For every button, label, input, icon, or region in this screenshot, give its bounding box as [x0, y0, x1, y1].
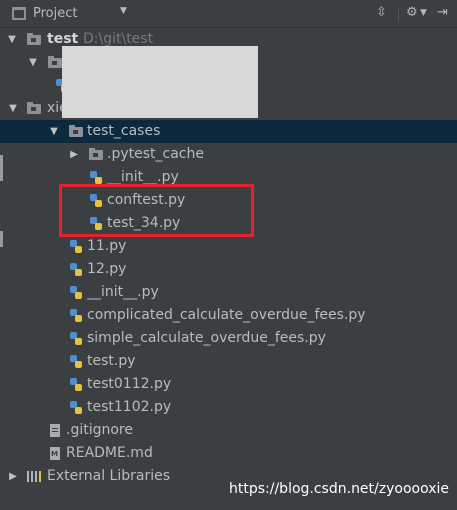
libraries-icon [27, 470, 41, 483]
pytest-cache-label: .pytest_cache [107, 146, 204, 162]
chevron-down-icon[interactable]: ▼ [7, 97, 19, 120]
tree-row-pytest-cache[interactable]: ▶ .pytest_cache [0, 143, 457, 166]
file-label: simple_calculate_overdue_fees.py [87, 330, 326, 346]
chevron-down-icon[interactable]: ▼ [27, 51, 39, 74]
tree-row-file[interactable]: simple_calculate_overdue_fees.py [0, 327, 457, 350]
python-file-icon [89, 171, 103, 184]
tree-row-readme[interactable]: M README.md [0, 442, 457, 465]
project-view-title[interactable]: Project [33, 6, 77, 21]
watermark: https://blog.csdn.net/zyooooxie [229, 481, 450, 497]
file-label: test1102.py [87, 399, 172, 415]
tree-row-test-cases[interactable]: ▼ test_cases [0, 120, 457, 143]
chevron-right-icon[interactable]: ▶ [7, 465, 19, 488]
file-icon [48, 424, 62, 437]
folder-icon [27, 33, 41, 46]
tree-row-file[interactable]: test1102.py [0, 396, 457, 419]
file-label: test.py [87, 353, 136, 369]
file-label: 11.py [87, 238, 127, 254]
file-label: test0112.py [87, 376, 172, 392]
python-file-icon [69, 309, 83, 322]
python-file-icon [69, 332, 83, 345]
folder-icon [69, 125, 83, 138]
chevron-right-icon[interactable]: ▶ [68, 143, 80, 166]
external-libraries-label: External Libraries [47, 468, 170, 484]
python-file-icon [69, 240, 83, 253]
project-toolbar: Project ▼ ⇳ ⚙ ▼ ⇥ [0, 0, 457, 28]
toolbar-divider [398, 7, 399, 22]
test-cases-label: test_cases [87, 123, 161, 139]
chevron-down-icon[interactable]: ▼ [120, 6, 127, 16]
python-file-icon [69, 263, 83, 276]
python-file-icon [69, 286, 83, 299]
tree-row-file[interactable]: test.py [0, 350, 457, 373]
tree-row-file[interactable]: 11.py [0, 235, 457, 258]
project-icon [12, 7, 26, 20]
tree-row-gitignore[interactable]: .gitignore [0, 419, 457, 442]
folder-icon [48, 56, 62, 69]
collapse-icon[interactable]: ⇳ [376, 5, 387, 20]
file-label: __init__.py [87, 284, 159, 300]
gitignore-label: .gitignore [66, 422, 133, 438]
chevron-down-icon[interactable]: ▼ [6, 28, 18, 51]
python-file-icon [69, 401, 83, 414]
markdown-file-icon: M [48, 447, 62, 460]
highlight-annotation [59, 184, 254, 237]
redaction-overlay [62, 46, 258, 118]
file-label: complicated_calculate_overdue_fees.py [87, 307, 366, 323]
file-label: 12.py [87, 261, 127, 277]
chevron-down-icon[interactable]: ▼ [420, 8, 427, 18]
tree-row-file[interactable]: 12.py [0, 258, 457, 281]
folder-icon [27, 102, 41, 115]
hide-icon[interactable]: ⇥ [437, 5, 448, 20]
folder-icon [89, 148, 103, 161]
readme-label: README.md [66, 445, 153, 461]
tree-row-file[interactable]: __init__.py [0, 281, 457, 304]
chevron-down-icon[interactable]: ▼ [48, 120, 60, 143]
python-file-icon [69, 378, 83, 391]
tree-row-file[interactable]: complicated_calculate_overdue_fees.py [0, 304, 457, 327]
python-file-icon [69, 355, 83, 368]
settings-icon[interactable]: ⚙ [406, 5, 418, 20]
tree-row-file[interactable]: test0112.py [0, 373, 457, 396]
